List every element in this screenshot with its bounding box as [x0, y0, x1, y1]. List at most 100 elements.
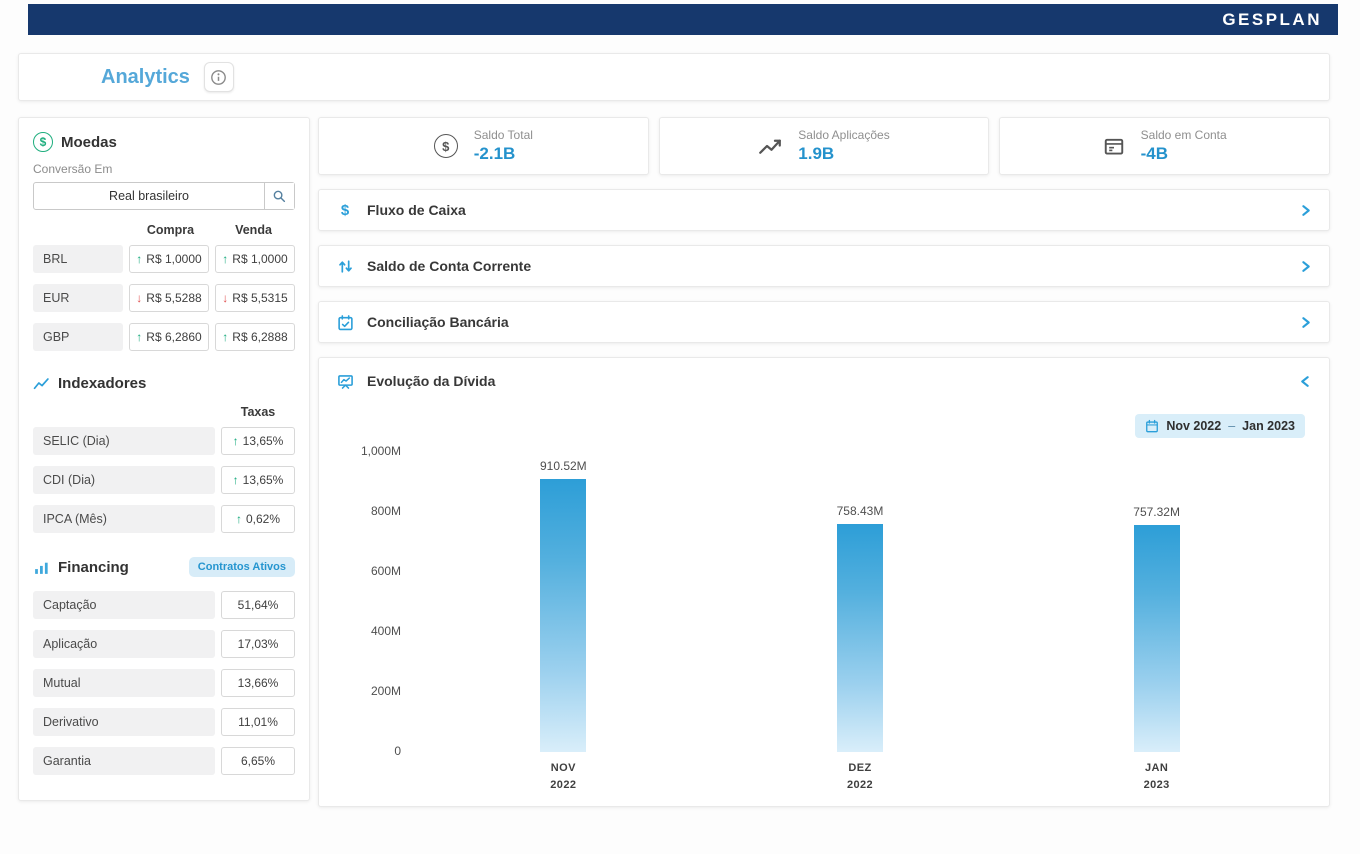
rate-value: 0,62%: [246, 512, 280, 526]
index-label: CDI (Dia): [33, 466, 215, 494]
buy-value: R$ 1,0000: [146, 252, 201, 266]
financing-label: Garantia: [33, 747, 215, 775]
moedas-title: Moedas: [61, 134, 117, 151]
financing-title: Financing: [58, 559, 129, 576]
bar-group-nov-2022: 910.52M: [528, 459, 598, 752]
y-tick: 600M: [371, 564, 401, 578]
currency-search-input[interactable]: [34, 183, 264, 209]
financing-value: 11,01%: [238, 715, 278, 729]
page-title: Analytics: [101, 66, 190, 89]
account-balance-icon: [1103, 135, 1125, 157]
bar-group-jan-2023: 757.32M: [1122, 505, 1192, 752]
financing-row-derivativo: Derivativo 11,01%: [33, 708, 295, 736]
conversion-label: Conversão Em: [33, 162, 295, 176]
trend-up-icon: ↑: [233, 473, 239, 487]
panel-title: Evolução da Dívida: [367, 373, 495, 389]
bars-area: 910.52M 758.43M 757.32M: [415, 452, 1305, 752]
bar-jan-2023: [1134, 525, 1180, 752]
bar-dez-2022: [837, 524, 883, 752]
summary-card-saldo-em-conta: Saldo em Conta -4B: [999, 117, 1330, 175]
currency-code: EUR: [33, 284, 123, 312]
index-row-cdi: CDI (Dia) ↑ 13,65%: [33, 466, 295, 494]
currency-code: BRL: [33, 245, 123, 273]
accordion-saldo-conta-corrente[interactable]: Saldo de Conta Corrente: [318, 245, 1330, 287]
buy-value: R$ 5,5288: [146, 291, 201, 305]
summary-label: Saldo em Conta: [1141, 128, 1227, 142]
summary-label: Saldo Aplicações: [798, 128, 889, 142]
financing-value: 51,64%: [238, 598, 279, 612]
trend-up-icon: ↑: [136, 252, 142, 266]
financing-label: Aplicação: [33, 630, 215, 658]
y-tick: 400M: [371, 624, 401, 638]
financing-value: 6,65%: [241, 754, 275, 768]
accordion-fluxo-de-caixa[interactable]: $ Fluxo de Caixa: [318, 189, 1330, 231]
search-button[interactable]: [264, 183, 294, 209]
y-tick: 1,000M: [361, 444, 401, 458]
summary-value: -4B: [1141, 144, 1227, 164]
index-rate-cell: ↑ 13,65%: [221, 466, 295, 494]
financing-value: 17,03%: [238, 637, 279, 651]
currency-sell-cell: ↑ R$ 1,0000: [215, 245, 295, 273]
x-tick: DEZ 2022: [837, 760, 883, 794]
accordion-evolucao-da-divida[interactable]: Evolução da Dívida: [319, 358, 1329, 404]
chevron-right-icon[interactable]: [1298, 203, 1313, 218]
accordion-conciliacao-bancaria[interactable]: Conciliação Bancária: [318, 301, 1330, 343]
currency-sell-cell: ↓ R$ 5,5315: [215, 284, 295, 312]
cash-flow-icon: $: [335, 202, 355, 219]
currency-row-gbp: GBP ↑ R$ 6,2860 ↑ R$ 6,2888: [33, 323, 295, 351]
financing-value-cell: 11,01%: [221, 708, 295, 736]
x-tick: JAN 2023: [1134, 760, 1180, 794]
dollar-circle-icon: $: [434, 134, 458, 158]
summary-value: -2.1B: [474, 144, 533, 164]
summary-card-saldo-aplicacoes: Saldo Aplicações 1.9B: [659, 117, 990, 175]
chevron-left-icon[interactable]: [1298, 374, 1313, 389]
financing-row-aplicacao: Aplicação 17,03%: [33, 630, 295, 658]
date-range-chip[interactable]: Nov 2022 – Jan 2023: [1135, 414, 1305, 438]
accordion-label: Saldo de Conta Corrente: [367, 258, 531, 274]
accordion-label: Fluxo de Caixa: [367, 202, 466, 218]
page-title-bar: Analytics: [18, 53, 1330, 101]
sell-value: R$ 6,2888: [232, 330, 287, 344]
debt-evolution-panel: Evolução da Dívida Nov 2022 – Jan: [318, 357, 1330, 807]
trend-up-icon: ↑: [222, 252, 228, 266]
taxas-column-header: Taxas: [221, 405, 295, 419]
date-range-end: Jan 2023: [1242, 419, 1295, 433]
sell-value: R$ 5,5315: [232, 291, 287, 305]
buy-value: R$ 6,2860: [146, 330, 201, 344]
financing-row-garantia: Garantia 6,65%: [33, 747, 295, 775]
currency-row-eur: EUR ↓ R$ 5,5288 ↓ R$ 5,5315: [33, 284, 295, 312]
trend-down-icon: ↓: [136, 291, 142, 305]
index-row-ipca: IPCA (Mês) ↑ 0,62%: [33, 505, 295, 533]
summary-label: Saldo Total: [474, 128, 533, 142]
chart-board-icon: [335, 373, 355, 390]
app-header-bar: GESPLAN: [28, 4, 1338, 35]
contratos-ativos-badge[interactable]: Contratos Ativos: [189, 557, 295, 577]
dollar-coin-icon: $: [33, 132, 53, 152]
currency-row-brl: BRL ↑ R$ 1,0000 ↑ R$ 1,0000: [33, 245, 295, 273]
info-button[interactable]: [204, 62, 234, 92]
index-row-selic: SELIC (Dia) ↑ 13,65%: [33, 427, 295, 455]
rate-value: 13,65%: [243, 473, 284, 487]
y-tick: 800M: [371, 504, 401, 518]
trend-down-icon: ↓: [222, 291, 228, 305]
financing-section-header: Financing Contratos Ativos: [33, 557, 295, 577]
column-venda: Venda: [212, 223, 295, 237]
chevron-right-icon[interactable]: [1298, 259, 1313, 274]
financing-row-captacao: Captação 51,64%: [33, 591, 295, 619]
summary-value: 1.9B: [798, 144, 889, 164]
bar-chart-icon: [33, 559, 50, 576]
search-icon: [272, 189, 287, 204]
x-axis: NOV 2022 DEZ 2022 JAN 2023: [415, 760, 1305, 794]
financing-label: Mutual: [33, 669, 215, 697]
index-label: IPCA (Mês): [33, 505, 215, 533]
content-area: $ Moedas Conversão Em Compra Venda BRL: [18, 117, 1330, 807]
bar-nov-2022: [540, 479, 586, 752]
financing-value-cell: 13,66%: [221, 669, 295, 697]
bar-value-label: 910.52M: [540, 459, 587, 473]
currency-columns-header: Compra Venda: [33, 223, 295, 237]
chevron-right-icon[interactable]: [1298, 315, 1313, 330]
currency-search-box: [33, 182, 295, 210]
currency-code: GBP: [33, 323, 123, 351]
financing-value-cell: 6,65%: [221, 747, 295, 775]
info-icon: [210, 69, 227, 86]
